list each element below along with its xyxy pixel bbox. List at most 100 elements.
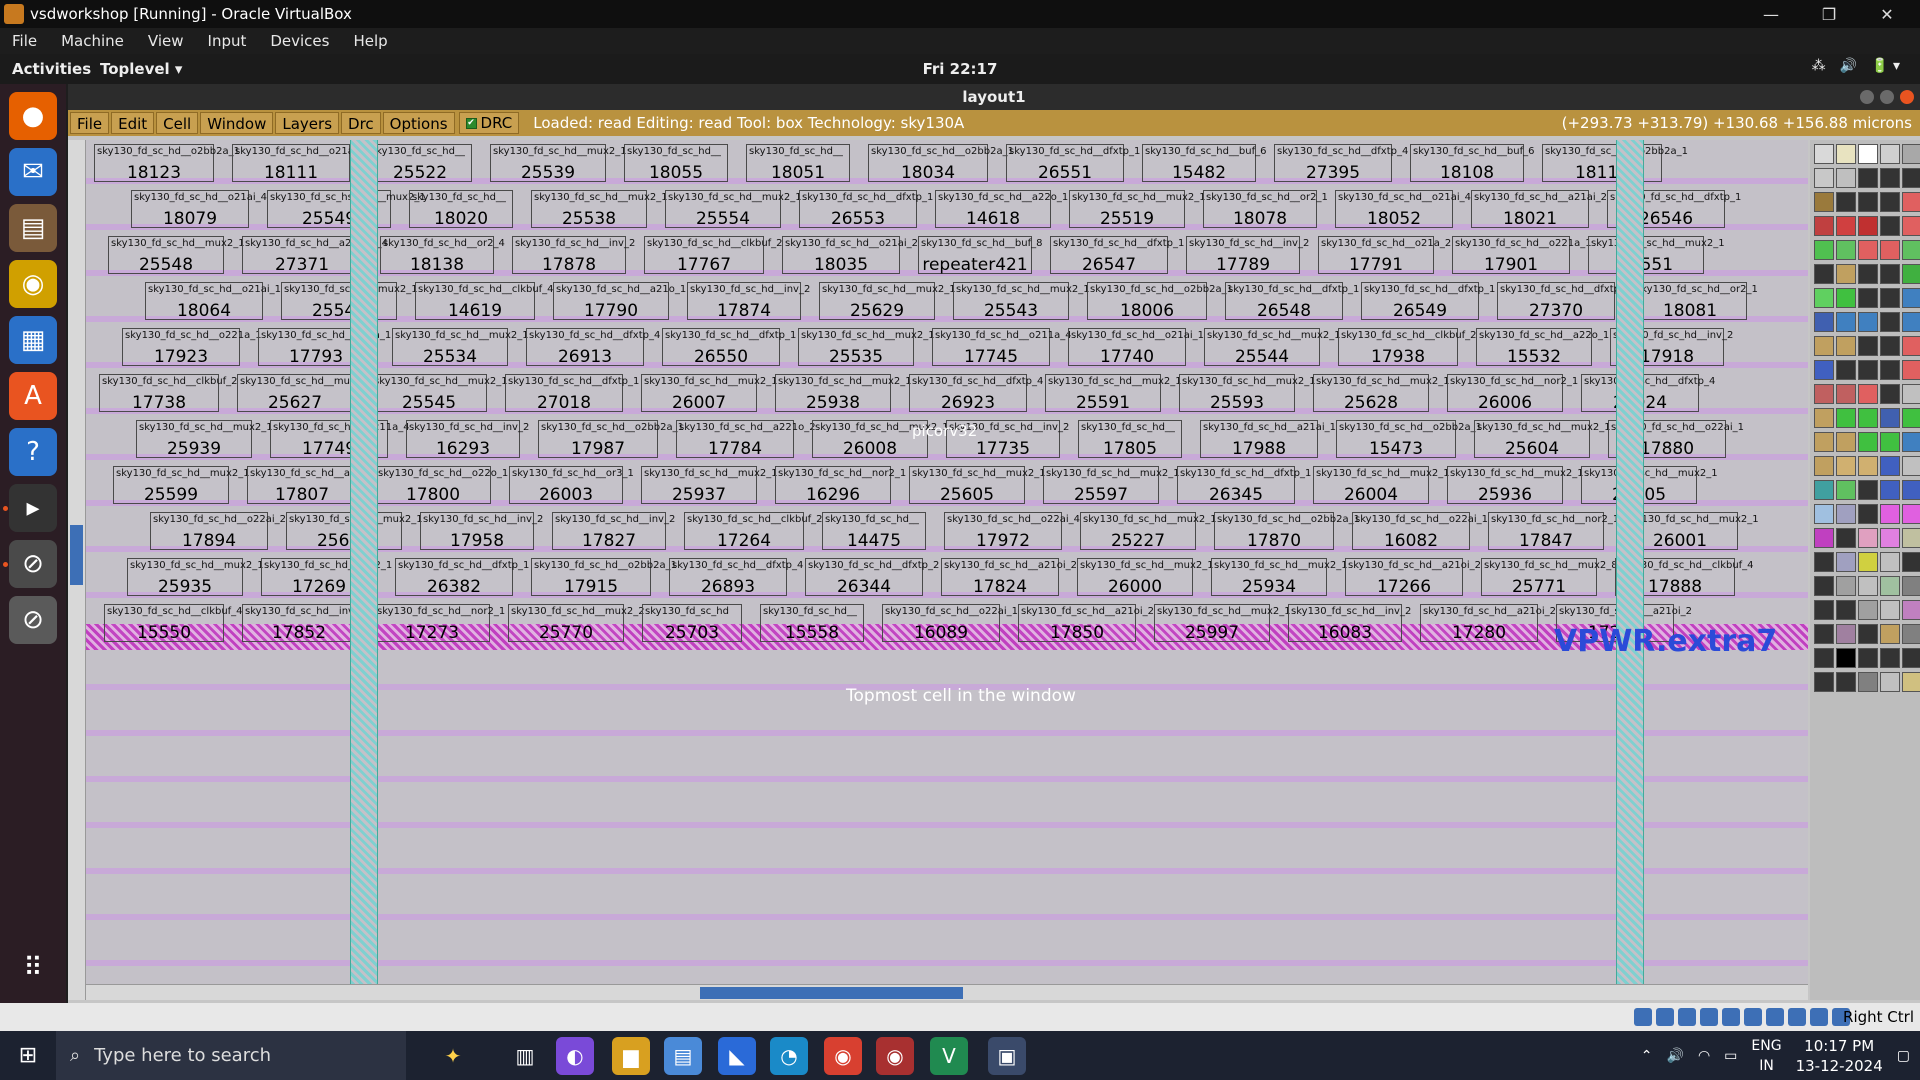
layer-swatch[interactable] (1880, 624, 1900, 644)
standard-cell[interactable]: sky130_fd_sc_hd__mux2_1 25545 (371, 374, 508, 413)
layer-swatch[interactable] (1858, 504, 1878, 524)
edge-icon[interactable]: ◔ (770, 1037, 808, 1075)
layer-swatch[interactable] (1836, 600, 1856, 620)
layer-swatch[interactable] (1836, 264, 1856, 284)
standard-cell[interactable]: sky130_fd_sc_hd__dfxtp_1 26548 (1225, 282, 1359, 321)
standard-cell[interactable]: sky130_fd_sc_hd__ 18055 (624, 144, 728, 183)
layer-swatch[interactable] (1880, 528, 1900, 548)
standard-cell[interactable]: sky130_fd_sc_hd__mux2_1 25934 (1211, 558, 1348, 597)
layer-swatch[interactable] (1836, 648, 1856, 668)
standard-cell[interactable]: sky130_fd_sc_hd__o221a_1 17901 (1452, 236, 1592, 275)
layer-swatch[interactable] (1836, 192, 1856, 212)
layer-palette[interactable] (1810, 140, 1920, 1000)
standard-cell[interactable]: sky130_fd_sc_hd__dfxtp_1 26549 (1361, 282, 1495, 321)
standard-cell[interactable]: sky130_fd_sc_hd__inv_2 17874 (687, 282, 810, 321)
standard-cell[interactable]: sky130_fd_sc_hd__dfxtp_2 26344 (805, 558, 939, 597)
standard-cell[interactable]: sky130_fd_sc_hd__mux2_2 25770 (508, 604, 645, 643)
layer-swatch[interactable] (1836, 456, 1856, 476)
standard-cell[interactable]: sky130_fd_sc_hd__dfxtp_4 26893 (669, 558, 803, 597)
standard-cell[interactable]: sky130_fd_sc_hd__mux2_1 26008 (812, 420, 949, 459)
standard-cell[interactable]: sky130_fd_sc_hd__clkbuf_2 17938 (1338, 328, 1477, 367)
layer-swatch[interactable] (1814, 672, 1834, 692)
layer-swatch[interactable] (1836, 576, 1856, 596)
standard-cell[interactable]: sky130_fd_sc_hd__dfxtp_1 27018 (505, 374, 639, 413)
layer-swatch[interactable] (1902, 240, 1920, 260)
app-blocked-icon[interactable]: ⊘ (9, 540, 57, 588)
power-icon[interactable]: 🔋 ▾ (1871, 58, 1900, 74)
standard-cell[interactable]: sky130_fd_sc_hd__buf_8 repeater421 (918, 236, 1042, 275)
standard-cell[interactable]: sky130_fd_sc_hd__mux2_125603 (286, 512, 423, 551)
layer-swatch[interactable] (1902, 528, 1920, 548)
layer-swatch[interactable] (1858, 552, 1878, 572)
layer-swatch[interactable] (1858, 528, 1878, 548)
standard-cell[interactable]: sky130_fd_sc_hd__ 15558 (760, 604, 864, 643)
standard-cell[interactable]: sky130_fd_sc_hd__dfxtp_1 26553 (799, 190, 933, 229)
optical-drive-icon[interactable] (1656, 1008, 1674, 1026)
layer-swatch[interactable] (1836, 216, 1856, 236)
layer-swatch[interactable] (1814, 456, 1834, 476)
standard-cell[interactable]: sky130_fd_sc_hd__mux2_1 26004 (1313, 466, 1450, 505)
vertical-scroll-thumb[interactable] (70, 525, 83, 585)
standard-cell[interactable]: sky130_fd_sc_hd__mux2_1 25605 (909, 466, 1046, 505)
layer-swatch[interactable] (1814, 288, 1834, 308)
shared-folders-icon[interactable] (1722, 1008, 1740, 1026)
standard-cell[interactable]: sky130_fd_sc_hd__nor2_1 17847 (1488, 512, 1619, 551)
layer-swatch[interactable] (1836, 480, 1856, 500)
standard-cell[interactable]: sky130_fd_sc_hd__mux2_1 25628 (1313, 374, 1450, 413)
standard-cell[interactable]: sky130_fd_sc_hd__dfxtp_1 26550 (662, 328, 796, 367)
layer-swatch[interactable] (1902, 624, 1920, 644)
volume-icon[interactable]: 🔊 (1840, 58, 1857, 74)
standard-cell[interactable]: sky130_fd_sc_hd__a31 17807 (247, 466, 363, 505)
layer-swatch[interactable] (1880, 408, 1900, 428)
layer-swatch[interactable] (1880, 264, 1900, 284)
minimize-button[interactable]: — (1742, 0, 1800, 28)
layer-swatch[interactable] (1902, 648, 1920, 668)
magic-menu-layers[interactable]: Layers (275, 112, 340, 134)
layer-swatch[interactable] (1880, 240, 1900, 260)
audio-icon[interactable] (1678, 1008, 1696, 1026)
standard-cell[interactable]: sky130_fd_sc_hd__o22o_1 17800 (375, 466, 508, 505)
standard-cell[interactable]: sky130_fd_sc_hd__mux2_1 25227 (1080, 512, 1217, 551)
layer-swatch[interactable] (1902, 144, 1920, 164)
layer-swatch[interactable] (1836, 624, 1856, 644)
standard-cell[interactable]: sky130_fd_sc_hd__mux2_1 25534 (392, 328, 529, 367)
layer-swatch[interactable] (1880, 168, 1900, 188)
layer-swatch[interactable] (1836, 408, 1856, 428)
standard-cell[interactable]: sky130_fd_sc_hd__buf_6 18108 (1410, 144, 1534, 183)
layer-swatch[interactable] (1880, 432, 1900, 452)
standard-cell[interactable]: sky130_fd_sc_hd__mux2_1 25597 (1043, 466, 1180, 505)
menu-help[interactable]: Help (341, 32, 399, 50)
tray-overflow-icon[interactable]: ⌃ (1641, 1048, 1653, 1064)
layer-swatch[interactable] (1814, 648, 1834, 668)
layer-swatch[interactable] (1858, 168, 1878, 188)
volume-icon[interactable]: 🔊 (1667, 1048, 1684, 1064)
layer-swatch[interactable] (1858, 360, 1878, 380)
standard-cell[interactable]: sky130_fd_sc_hd__mux2_1 25544 (1204, 328, 1341, 367)
layer-swatch[interactable] (1902, 336, 1920, 356)
standard-cell[interactable]: sky130_fd_sc_hd__dfxtp_4 27370 (1497, 282, 1631, 321)
standard-cell[interactable]: sky130_fd_sc_hd__inv_2 17827 (552, 512, 675, 551)
layer-swatch[interactable] (1858, 480, 1878, 500)
notifications-icon[interactable]: ▢ (1897, 1048, 1910, 1064)
layer-swatch[interactable] (1814, 600, 1834, 620)
standard-cell[interactable]: sky130_fd_sc_hd__nor2_1 16296 (775, 466, 906, 505)
layer-swatch[interactable] (1814, 552, 1834, 572)
magic-menu-options[interactable]: Options (382, 112, 455, 134)
network-icon[interactable]: ⁂ (1812, 58, 1826, 74)
task-view-icon[interactable]: ▥ (506, 1037, 544, 1075)
layer-swatch[interactable] (1814, 504, 1834, 524)
layer-swatch[interactable] (1902, 480, 1920, 500)
standard-cell[interactable]: sky130_fd_sc_hd__o221a_1 17923 (122, 328, 262, 367)
standard-cell[interactable]: sky130_fd_sc_hd__mux2_1 25591 (1045, 374, 1182, 413)
layer-swatch[interactable] (1814, 384, 1834, 404)
layer-swatch[interactable] (1814, 624, 1834, 644)
standard-cell[interactable]: sky130_fd_sc_hd__o22ai_1 16089 (882, 604, 1018, 643)
layer-swatch[interactable] (1902, 216, 1920, 236)
standard-cell[interactable]: sky130_fd_sc_hd__a22o_1 15532 (1476, 328, 1609, 367)
standard-cell[interactable]: sky130_fd_sc_hd__dfxtp_4 26923 (909, 374, 1043, 413)
layer-swatch[interactable] (1836, 360, 1856, 380)
standard-cell[interactable]: sky130_fd_sc_hd__or2_1 18078 (1203, 190, 1328, 229)
layer-swatch[interactable] (1836, 168, 1856, 188)
layer-swatch[interactable] (1858, 432, 1878, 452)
standard-cell[interactable]: sky130_fd_sc_hd__mux2_1 25939 (136, 420, 273, 459)
